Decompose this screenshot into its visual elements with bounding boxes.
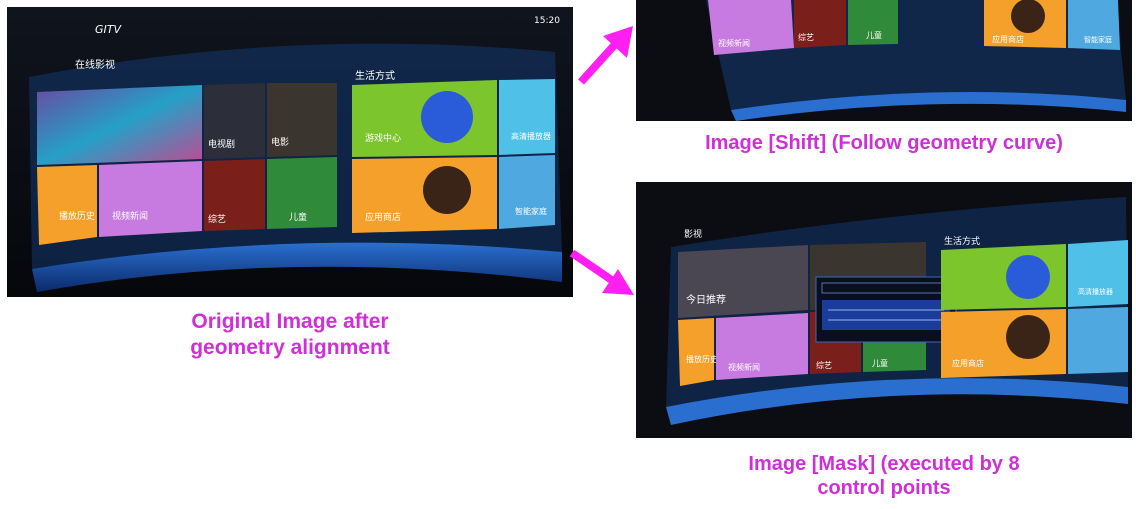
caption-original-line-1: Original Image after <box>191 310 389 333</box>
mask-tile-variety-label: 综艺 <box>816 360 832 370</box>
gitv-logo: GITV <box>95 23 122 36</box>
mask-featured-movie[interactable] <box>678 245 808 318</box>
mask-tile-video-news-label: 视频新闻 <box>728 362 760 372</box>
mask-tile-history[interactable] <box>678 318 714 386</box>
mask-tile-player[interactable] <box>1068 240 1128 307</box>
caption-original: Original Image after geometry alignment <box>120 309 460 360</box>
tile-manager-shift-label: 智能家庭 <box>1084 35 1112 44</box>
mask-promo-text: 今日推荐 <box>686 293 726 306</box>
mask-section-lifestyle: 生活方式 <box>944 235 980 247</box>
mask-tile-history-label: 播放历史 <box>686 354 718 364</box>
arrow-up-right-icon <box>578 26 633 85</box>
tile-history-label: 播放历史 <box>59 210 95 222</box>
tile-video-news-label: 视频新闻 <box>112 210 148 222</box>
sonic-image <box>421 91 473 143</box>
caption-mask-line-1: Image [Mask] (executed by 8 <box>748 453 1020 475</box>
tile-manager[interactable] <box>499 155 555 229</box>
tile-variety-label: 综艺 <box>208 213 226 225</box>
mask-tile-player-label: 高清播放器 <box>1078 287 1113 296</box>
tile-history[interactable] <box>37 165 97 245</box>
caption-original-line-2: geometry alignment <box>190 335 390 359</box>
tile-games-label: 游戏中心 <box>365 132 401 144</box>
caption-mask-line-2: control points <box>817 477 951 500</box>
shift-image-panel: 视频新闻 综艺 儿童 应用商店 智能家庭 <box>636 0 1132 121</box>
mask-section-movies: 影视 <box>684 228 702 240</box>
mask-tile-kids-label: 儿童 <box>872 358 888 368</box>
tile-player[interactable] <box>499 79 555 155</box>
tile-manager-label: 智能家庭 <box>515 206 547 216</box>
mask-overlay-sliders[interactable] <box>822 300 950 330</box>
section-title-lifestyle: 生活方式 <box>355 69 395 82</box>
tile-kids-label: 儿童 <box>289 211 307 223</box>
caption-mask: Image [Mask] (executed by 8 control poin… <box>636 452 1132 501</box>
tile-player-label: 高清播放器 <box>511 131 551 141</box>
tile-movies-label: 电影 <box>271 136 289 148</box>
mask-sonic-image <box>1006 255 1050 299</box>
mask-tile-manager[interactable] <box>1068 307 1128 374</box>
tile-tv-series-label: 电视剧 <box>208 138 235 150</box>
section-title-movies: 在线影视 <box>75 58 115 71</box>
tile-apps-label: 应用商店 <box>365 211 401 223</box>
tile-apps-shift-label: 应用商店 <box>992 34 1024 44</box>
tile-video-news[interactable] <box>99 161 202 237</box>
caption-shift-text: Image [Shift] (Follow geometry curve) <box>705 132 1063 154</box>
arrow-down-right-icon <box>569 249 634 295</box>
featured-movie-tile[interactable] <box>37 85 202 165</box>
mask-cartoon-girl-image <box>1006 315 1050 359</box>
tile-variety-shift-label: 综艺 <box>798 32 814 42</box>
cartoon-girl-image <box>423 166 471 214</box>
caption-shift: Image [Shift] (Follow geometry curve) <box>636 131 1132 155</box>
cartoon-girl-image-shift <box>1011 0 1045 33</box>
tile-kids-shift-label: 儿童 <box>866 30 882 40</box>
original-image-panel: GITV 15:20 在线影视 生活方式 电视剧 电影 播放历史 视频新闻 综艺… <box>7 7 573 297</box>
tile-video-news-shift-label: 视频新闻 <box>718 38 750 48</box>
mask-image-panel: 影视 生活方式 今日推荐 播放历史 视频新闻 综艺 儿童 高清播放器 应用商店 <box>636 182 1132 438</box>
mask-tile-apps-label: 应用商店 <box>952 358 984 368</box>
clock-text: 15:20 <box>534 16 560 26</box>
